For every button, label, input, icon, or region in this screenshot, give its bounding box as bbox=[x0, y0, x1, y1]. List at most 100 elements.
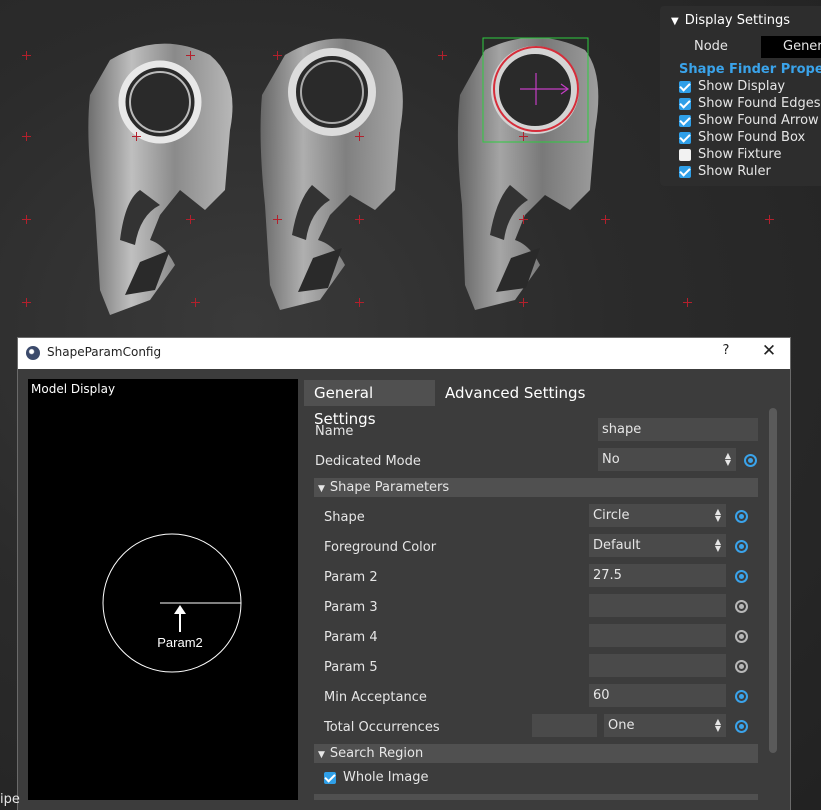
param2-input[interactable] bbox=[589, 564, 726, 587]
grid-cross-marker bbox=[601, 215, 610, 224]
total-occurrences-input[interactable] bbox=[532, 714, 597, 737]
show-found-arrow-option[interactable]: Show Found Arrow bbox=[679, 113, 819, 128]
param2-radio[interactable] bbox=[735, 570, 748, 583]
dedicated-mode-radio[interactable] bbox=[744, 454, 757, 467]
search-region-header[interactable]: ▼ Search Region bbox=[314, 744, 758, 763]
option-label: Show Fixture bbox=[698, 147, 782, 162]
grid-cross-marker bbox=[519, 215, 528, 224]
option-label: Show Found Edges bbox=[698, 96, 821, 111]
display-settings-panel: ▼ Display Settings Node General Shape Fin… bbox=[660, 6, 821, 186]
option-label: Show Found Arrow bbox=[698, 113, 819, 128]
updown-arrows-icon: ▲ ▼ bbox=[714, 507, 721, 523]
param3-radio[interactable] bbox=[735, 600, 748, 613]
min-acceptance-input[interactable] bbox=[589, 684, 726, 707]
next-section-header bbox=[314, 794, 758, 800]
search-region-title: Search Region bbox=[329, 746, 424, 761]
grid-cross-marker bbox=[273, 51, 282, 60]
param2-label: Param 2 bbox=[324, 570, 378, 585]
min-acceptance-label: Min Acceptance bbox=[324, 690, 427, 705]
show-ruler-checkbox[interactable] bbox=[679, 165, 691, 178]
background-truncated-text: ipe bbox=[0, 792, 20, 807]
grid-cross-marker bbox=[22, 132, 31, 141]
grid-cross-marker bbox=[186, 215, 195, 224]
name-label: Name bbox=[315, 424, 354, 439]
param5-radio[interactable] bbox=[735, 660, 748, 673]
collapse-triangle-icon: ▼ bbox=[318, 484, 325, 494]
close-button[interactable]: ✕ bbox=[760, 341, 778, 361]
show-fixture-checkbox[interactable] bbox=[679, 148, 691, 161]
param3-label: Param 3 bbox=[324, 600, 378, 615]
shape-parameters-header[interactable]: ▼ Shape Parameters bbox=[314, 478, 758, 497]
param4-input[interactable] bbox=[589, 624, 726, 647]
whole-image-option[interactable]: Whole Image bbox=[324, 770, 429, 785]
shape-value: Circle bbox=[593, 508, 630, 523]
shape-finder-properties-title: Shape Finder Properties bbox=[679, 62, 821, 77]
total-occurrences-radio[interactable] bbox=[735, 720, 748, 733]
whole-image-label: Whole Image bbox=[343, 770, 429, 785]
whole-image-checkbox[interactable] bbox=[324, 771, 336, 784]
show-ruler-option[interactable]: Show Ruler bbox=[679, 164, 771, 179]
tab-advanced-settings[interactable]: Advanced Settings bbox=[445, 380, 585, 406]
show-found-arrow-checkbox[interactable] bbox=[679, 114, 691, 127]
param5-input[interactable] bbox=[589, 654, 726, 677]
updown-arrows-icon: ▲ ▼ bbox=[714, 717, 721, 733]
updown-arrows-icon: ▲ ▼ bbox=[724, 451, 731, 467]
dedicated-mode-label: Dedicated Mode bbox=[315, 454, 421, 469]
dedicated-mode-value: No bbox=[602, 452, 620, 467]
grid-cross-marker bbox=[765, 215, 774, 224]
shape-param-config-dialog: ShapeParamConfig ? ✕ Model Display Param… bbox=[18, 338, 790, 810]
grid-cross-marker bbox=[22, 298, 31, 307]
grid-cross-marker bbox=[132, 132, 141, 141]
dedicated-mode-select[interactable]: No ▲ ▼ bbox=[598, 448, 736, 471]
shape-parameters-title: Shape Parameters bbox=[329, 480, 450, 495]
option-label: Show Ruler bbox=[698, 164, 771, 179]
foreground-color-radio[interactable] bbox=[735, 540, 748, 553]
option-label: Show Found Box bbox=[698, 130, 806, 145]
general-settings-panel: Name Dedicated Mode No ▲▼ ▼ Shape Paramet… bbox=[304, 408, 780, 808]
param4-radio[interactable] bbox=[735, 630, 748, 643]
display-settings-header[interactable]: ▼ Display Settings bbox=[671, 13, 790, 28]
param-arrow-head bbox=[174, 605, 186, 614]
show-fixture-option[interactable]: Show Fixture bbox=[679, 147, 781, 162]
total-occurrences-value: One bbox=[608, 718, 635, 733]
help-button[interactable]: ? bbox=[718, 343, 734, 358]
total-occurrences-select[interactable]: One ▲ ▼ bbox=[604, 714, 726, 737]
settings-scrollbar[interactable] bbox=[769, 408, 777, 753]
foreground-color-select[interactable]: Default ▲ ▼ bbox=[589, 534, 726, 557]
shape-select[interactable]: Circle ▲ ▼ bbox=[589, 504, 726, 527]
model-display-panel: Model Display Param2 bbox=[28, 379, 298, 800]
name-input[interactable] bbox=[598, 418, 758, 441]
foreground-color-value: Default bbox=[593, 538, 641, 553]
dialog-titlebar[interactable]: ShapeParamConfig ? ✕ bbox=[18, 338, 790, 369]
dialog-title: ShapeParamConfig bbox=[47, 345, 162, 359]
show-found-box-checkbox[interactable] bbox=[679, 131, 691, 144]
param3-input[interactable] bbox=[589, 594, 726, 617]
grid-cross-marker bbox=[22, 51, 31, 60]
min-acceptance-radio[interactable] bbox=[735, 690, 748, 703]
tab-general-settings[interactable]: General Settings bbox=[304, 380, 435, 428]
option-label: Show Display bbox=[698, 79, 786, 94]
grid-cross-marker bbox=[355, 298, 364, 307]
param4-label: Param 4 bbox=[324, 630, 378, 645]
tab-node[interactable]: Node bbox=[694, 39, 728, 54]
grid-cross-marker bbox=[191, 298, 200, 307]
app-icon bbox=[26, 346, 40, 360]
grid-cross-marker bbox=[22, 215, 31, 224]
tab-general[interactable]: General bbox=[761, 36, 821, 58]
show-found-box-option[interactable]: Show Found Box bbox=[679, 130, 805, 145]
shape-label: Shape bbox=[324, 510, 365, 525]
show-display-option[interactable]: Show Display bbox=[679, 79, 785, 94]
total-occurrences-label: Total Occurrences bbox=[324, 720, 440, 735]
foreground-color-label: Foreground Color bbox=[324, 540, 437, 555]
grid-cross-marker bbox=[519, 132, 528, 141]
show-found-edges-checkbox[interactable] bbox=[679, 97, 691, 110]
collapse-triangle-icon: ▼ bbox=[671, 16, 679, 27]
show-display-checkbox[interactable] bbox=[679, 80, 691, 93]
grid-cross-marker bbox=[186, 51, 195, 60]
show-found-edges-option[interactable]: Show Found Edges bbox=[679, 96, 821, 111]
metal-part-1 bbox=[88, 43, 233, 316]
param2-label: Param2 bbox=[157, 635, 203, 650]
shape-radio[interactable] bbox=[735, 510, 748, 523]
grid-cross-marker bbox=[519, 298, 528, 307]
grid-cross-marker bbox=[683, 298, 692, 307]
